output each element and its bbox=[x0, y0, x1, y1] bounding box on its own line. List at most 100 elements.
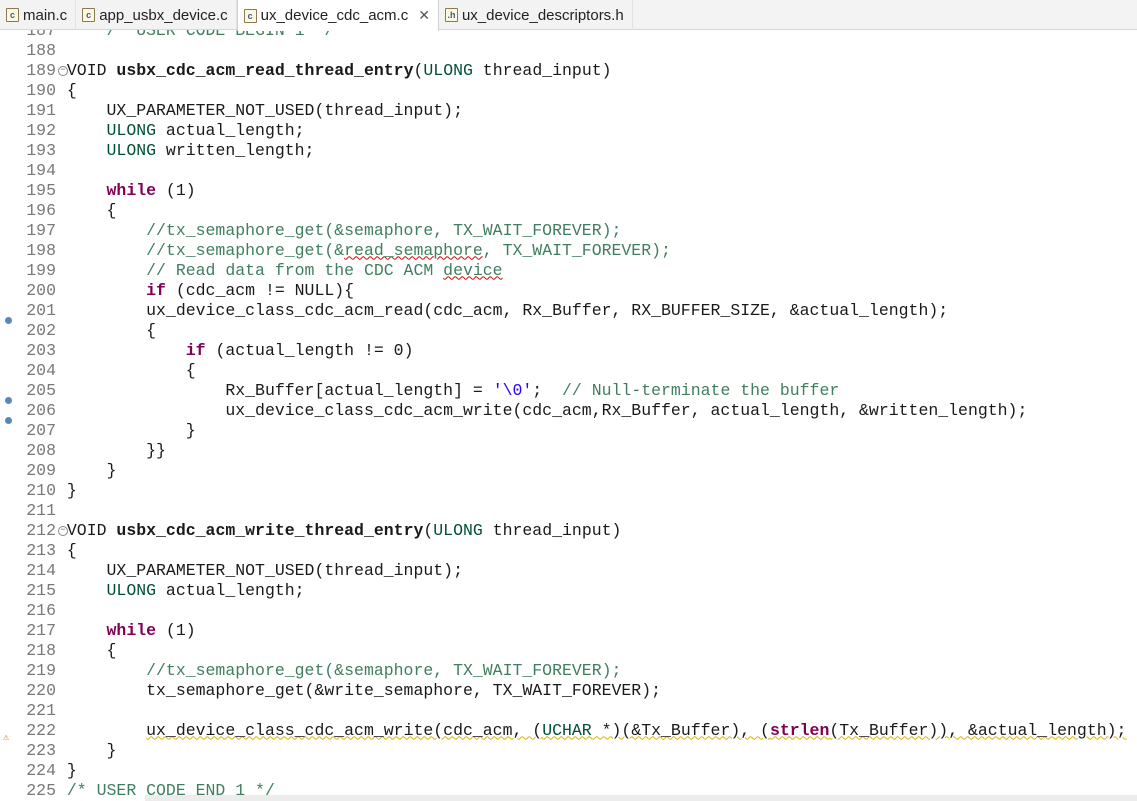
code-token: read_semaphore bbox=[344, 240, 483, 260]
code-token: (Tx_Buffer)), &actual_length); bbox=[829, 720, 1127, 740]
code-text: { bbox=[57, 361, 196, 380]
close-icon[interactable]: ✕ bbox=[418, 7, 430, 24]
code-token: while bbox=[106, 620, 157, 640]
horizontal-scrollbar[interactable] bbox=[145, 795, 1137, 801]
code-text: ULONG actual_length; bbox=[57, 121, 305, 140]
code-text: VOID usbx_cdc_acm_read_thread_entry(ULON… bbox=[57, 61, 612, 80]
code-text: ux_device_class_cdc_acm_write(cdc_acm, (… bbox=[57, 721, 1126, 740]
code-line: ⚠ 222 ux_device_class_cdc_acm_write(cdc_a… bbox=[0, 720, 1126, 745]
code-line: 214 UX_PARAMETER_NOT_USED(thread_input); bbox=[0, 560, 1126, 580]
line-number: 192 bbox=[26, 120, 56, 140]
code-text: /* USER CODE BEGIN 1 */ bbox=[57, 30, 335, 40]
line-number: 218 bbox=[26, 640, 56, 660]
code-text: ux_device_class_cdc_acm_read(cdc_acm, Rx… bbox=[57, 301, 948, 320]
code-text: // Read data from the CDC ACM device bbox=[57, 260, 502, 280]
code-token: UX_PARAMETER_NOT_USED(thread_input); bbox=[66, 560, 463, 580]
code-token: while bbox=[106, 180, 157, 200]
code-text: Rx_Buffer[actual_length] = '\0'; // Null… bbox=[57, 381, 839, 400]
code-text: { bbox=[57, 201, 117, 220]
code-text: } bbox=[57, 481, 77, 500]
code-text: { bbox=[57, 321, 156, 340]
code-token: //tx_semaphore_get(& bbox=[66, 240, 345, 260]
code-token: ; bbox=[532, 380, 563, 400]
line-number: 206 bbox=[26, 400, 56, 420]
code-token: }} bbox=[66, 440, 166, 460]
code-token: { bbox=[66, 80, 77, 100]
code-token: ULONG bbox=[106, 580, 157, 600]
code-line: 213 { bbox=[0, 540, 1126, 560]
line-number: 219 bbox=[26, 660, 56, 680]
code-token: , TX_WAIT_FOREVER); bbox=[482, 240, 671, 260]
line-number: 215 bbox=[26, 580, 56, 600]
code-line: 215 ULONG actual_length; bbox=[0, 580, 1126, 600]
code-line: 200 if (cdc_acm != NULL){ bbox=[0, 280, 1126, 300]
line-number: 190 bbox=[26, 80, 56, 100]
fold-collapse-icon[interactable]: − bbox=[58, 65, 68, 76]
editor-tab-bar: c main.c c app_usbx_device.c c ux_device_cdc_… bbox=[0, 0, 1137, 31]
code-line: 217 while (1) bbox=[0, 620, 1126, 640]
code-text: { bbox=[57, 641, 117, 660]
code-text bbox=[57, 501, 67, 520]
line-number: 210 bbox=[26, 480, 56, 500]
code-token: if bbox=[185, 340, 206, 360]
code-text: } bbox=[57, 741, 117, 760]
code-line: 198 //tx_semaphore_get(&read_semaphore, … bbox=[0, 240, 1126, 260]
tab-main-c[interactable]: c main.c bbox=[0, 0, 77, 30]
code-line: 187 /* USER CODE BEGIN 1 */ bbox=[0, 30, 1126, 40]
line-number: 220 bbox=[26, 680, 56, 700]
fold-collapse-icon[interactable]: − bbox=[58, 525, 68, 536]
code-line: 195 while (1) bbox=[0, 180, 1126, 200]
code-token: thread_input) bbox=[482, 520, 622, 540]
code-token: //tx_semaphore_get(&semaphore, TX_WAIT_F… bbox=[66, 660, 622, 680]
code-text: while (1) bbox=[57, 181, 196, 200]
tab-ux-device-descriptors-h[interactable]: .h ux_device_descriptors.h bbox=[439, 0, 633, 30]
line-number: 201 bbox=[26, 300, 56, 320]
code-text bbox=[57, 701, 67, 720]
tab-app-usbx-device-c[interactable]: c app_usbx_device.c bbox=[76, 0, 237, 30]
line-number: 193 bbox=[26, 140, 56, 160]
code-token: (1) bbox=[156, 180, 196, 200]
code-token: // Null-terminate the buffer bbox=[562, 380, 840, 400]
line-number: 212− bbox=[11, 521, 68, 540]
code-text: } bbox=[57, 461, 117, 480]
code-token: UCHAR bbox=[542, 720, 592, 740]
code-token: ULONG bbox=[106, 140, 157, 160]
code-token: *)(&Tx_Buffer), ( bbox=[591, 720, 770, 740]
code-line: 223 } bbox=[0, 740, 1126, 760]
line-number: 191 bbox=[26, 100, 56, 120]
code-text: ULONG actual_length; bbox=[57, 581, 305, 600]
code-line: 218 { bbox=[0, 640, 1126, 660]
code-token: /* USER CODE BEGIN 1 */ bbox=[66, 30, 335, 40]
code-text bbox=[57, 161, 67, 180]
code-line: 210 } bbox=[0, 480, 1126, 500]
code-text: ULONG written_length; bbox=[57, 140, 315, 160]
line-number: 189− bbox=[11, 61, 68, 80]
code-text: VOID usbx_cdc_acm_write_thread_entry(ULO… bbox=[57, 520, 622, 540]
code-token: // Read data from the CDC ACM bbox=[66, 260, 444, 280]
code-text: UX_PARAMETER_NOT_USED(thread_input); bbox=[57, 561, 463, 580]
line-number: 223 bbox=[26, 740, 56, 760]
line-number: 225 bbox=[26, 780, 56, 800]
code-editor[interactable]: 187 /* USER CODE BEGIN 1 */188 189− VOID… bbox=[0, 30, 1137, 801]
tab-label: ux_device_cdc_acm.c bbox=[260, 7, 409, 24]
code-text: while (1) bbox=[57, 621, 196, 640]
line-number: 205 bbox=[26, 380, 56, 400]
code-text: } bbox=[57, 761, 77, 780]
code-token: ux_device_class_cdc_acm_write(cdc_acm, ( bbox=[146, 720, 543, 740]
code-lines: 187 /* USER CODE BEGIN 1 */188 189− VOID… bbox=[0, 30, 1126, 800]
tab-ux-device-cdc-acm-c[interactable]: c ux_device_cdc_acm.c ✕ bbox=[236, 0, 439, 31]
